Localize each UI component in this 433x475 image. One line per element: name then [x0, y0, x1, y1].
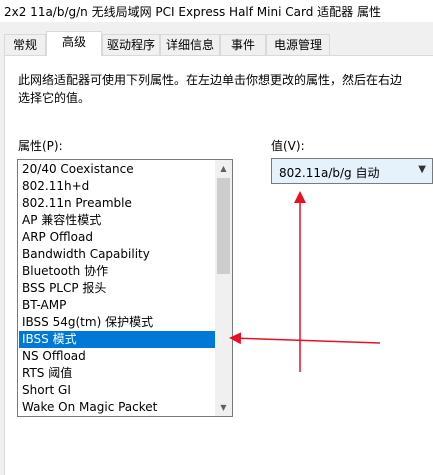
- tab-strip: 常规 高级 驱动程序 详细信息 事件 电源管理: [0, 31, 433, 56]
- window-title: 2x2 11a/b/g/n 无线局域网 PCI Express Half Min…: [4, 5, 381, 19]
- chevron-down-icon[interactable]: ▼: [418, 164, 426, 175]
- tab-events[interactable]: 事件: [220, 34, 266, 55]
- value-label: 值(V):: [271, 139, 305, 153]
- description-text: 此网络适配器可使用下列属性。在左边单击你想更改的属性，然后在右边选择它的值。: [18, 73, 403, 105]
- scroll-up-arrow-icon[interactable]: ▲: [215, 160, 232, 177]
- property-item[interactable]: BSS PLCP 报头: [19, 280, 216, 297]
- property-item[interactable]: RTS 阈值: [19, 365, 216, 382]
- property-item[interactable]: IBSS 54g(tm) 保护模式: [19, 314, 216, 331]
- property-item[interactable]: 802.11h+d: [19, 178, 216, 195]
- properties-listbox[interactable]: 20/40 Coexistance 802.11h+d 802.11n Prea…: [17, 159, 233, 417]
- tab-general[interactable]: 常规: [4, 34, 46, 55]
- property-item[interactable]: Wake On Magic Packet: [19, 399, 216, 416]
- property-item[interactable]: 802.11n Preamble: [19, 195, 216, 212]
- tab-power-management[interactable]: 电源管理: [266, 34, 330, 55]
- properties-label: 属性(P):: [18, 139, 63, 153]
- property-item[interactable]: AP 兼容性模式: [19, 212, 216, 229]
- property-item[interactable]: NS Offload: [19, 348, 216, 365]
- property-item[interactable]: BT-AMP: [19, 297, 216, 314]
- property-item[interactable]: Bluetooth 协作: [19, 263, 216, 280]
- title-bar: 2x2 11a/b/g/n 无线局域网 PCI Express Half Min…: [0, 0, 433, 22]
- tab-advanced[interactable]: 高级: [46, 31, 102, 56]
- property-item[interactable]: 20/40 Coexistance: [19, 161, 216, 178]
- properties-scrollbar[interactable]: ▲ ▼: [215, 160, 232, 416]
- tab-driver[interactable]: 驱动程序: [102, 34, 160, 55]
- property-item-selected[interactable]: IBSS 模式: [19, 331, 216, 348]
- scroll-down-arrow-icon[interactable]: ▼: [215, 399, 232, 416]
- tab-details[interactable]: 详细信息: [160, 34, 220, 55]
- value-dropdown[interactable]: 802.11a/b/g 自动 ▼: [271, 158, 433, 184]
- value-dropdown-selected: 802.11a/b/g 自动: [279, 166, 380, 180]
- property-item[interactable]: Short GI: [19, 382, 216, 399]
- property-item[interactable]: Bandwidth Capability: [19, 246, 216, 263]
- scrollbar-thumb[interactable]: [217, 178, 230, 274]
- property-item[interactable]: ARP Offload: [19, 229, 216, 246]
